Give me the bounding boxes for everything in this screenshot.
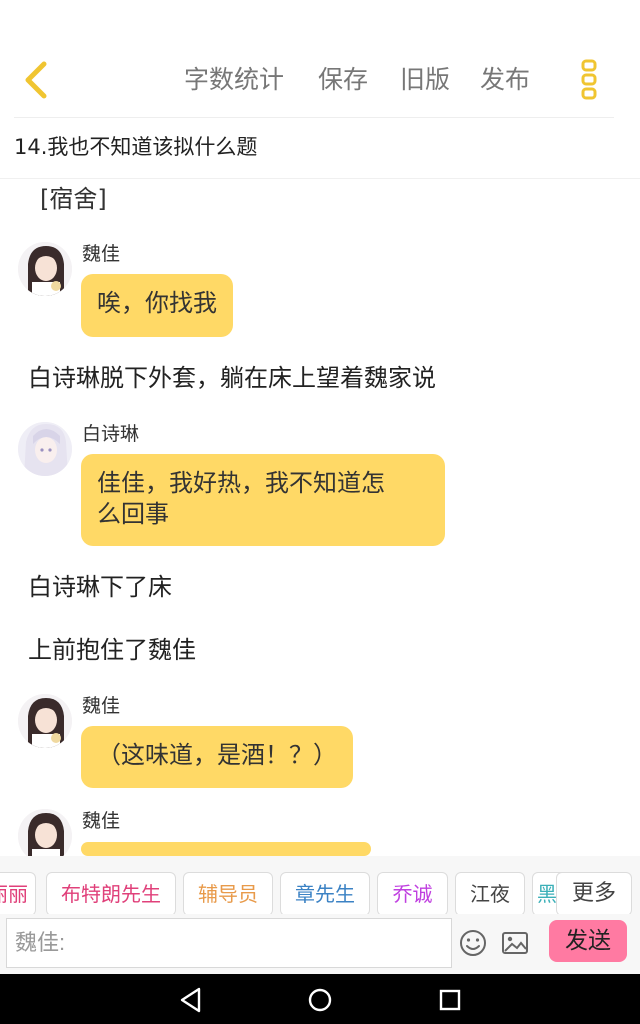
character-chip-bar[interactable]: 丽丽 布特朗先生 辅导员 章先生 乔诚 江夜 黑 更多 xyxy=(0,856,640,914)
publish-button[interactable]: 发布 xyxy=(480,62,530,98)
title-divider xyxy=(0,178,640,179)
toolbar-divider xyxy=(14,117,614,118)
speaker-name: 白诗琳 xyxy=(82,423,140,445)
narration-line[interactable]: 白诗琳脱下外套，躺在床上望着魏家说 xyxy=(28,361,436,395)
speaker-name: 魏佳 xyxy=(82,243,121,265)
avatar-weijia[interactable] xyxy=(18,694,72,748)
chip-label: 乔诚 xyxy=(392,882,433,906)
emoji-icon xyxy=(460,930,486,956)
character-avatar-icon xyxy=(18,809,72,863)
speaker-name: 魏佳 xyxy=(82,695,121,717)
old-version-button[interactable]: 旧版 xyxy=(400,62,450,98)
chip-label: 辅导员 xyxy=(198,882,258,906)
character-chip[interactable]: 布特朗先生 xyxy=(46,872,176,914)
message-bubble[interactable]: 佳佳，我好热，我不知道怎 么回事 xyxy=(81,454,445,546)
speaker-name: 魏佳 xyxy=(82,810,121,832)
chip-label: 黑 xyxy=(537,882,557,906)
chip-label: 章先生 xyxy=(295,882,355,906)
nav-home-button[interactable] xyxy=(306,986,334,1014)
chip-label: 布特朗先生 xyxy=(61,882,161,906)
message-bubble[interactable] xyxy=(81,842,371,856)
avatar-weijia[interactable] xyxy=(18,242,72,296)
chip-label: 丽丽 xyxy=(0,882,28,906)
more-menu-button[interactable] xyxy=(576,58,602,102)
scene-tag: [宿舍] xyxy=(40,185,107,213)
message-line: （这味道，是酒！？） xyxy=(97,741,337,769)
chapter-title[interactable]: 14.我也不知道该拟什么题 xyxy=(14,132,257,162)
message-bubble[interactable]: （这味道，是酒！？） xyxy=(81,726,353,788)
character-chip[interactable]: 江夜 xyxy=(455,872,525,914)
editor-toolbar: 字数统计 保存 旧版 发布 xyxy=(0,0,640,118)
narration-line[interactable]: 白诗琳下了床 xyxy=(28,570,172,604)
circle-home-icon xyxy=(308,988,332,1012)
send-button[interactable]: 发送 xyxy=(549,920,627,962)
triangle-back-icon xyxy=(180,987,201,1013)
image-button[interactable] xyxy=(500,928,530,958)
nav-recents-button[interactable] xyxy=(436,986,464,1014)
chip-label: 江夜 xyxy=(470,882,510,906)
character-chip[interactable]: 章先生 xyxy=(280,872,370,914)
more-vertical-icon xyxy=(581,59,597,100)
nav-back-button[interactable] xyxy=(177,986,205,1014)
message-input[interactable]: 魏佳: xyxy=(6,918,452,968)
character-chip[interactable]: 乔诚 xyxy=(377,872,448,914)
chevron-left-icon xyxy=(25,61,47,99)
character-avatar-icon xyxy=(18,422,72,476)
emoji-button[interactable] xyxy=(458,928,488,958)
image-icon xyxy=(502,932,528,954)
message-line: 么回事 xyxy=(97,500,169,528)
back-button[interactable] xyxy=(18,58,58,102)
save-button[interactable]: 保存 xyxy=(318,62,368,98)
system-nav-bar xyxy=(0,974,640,1024)
message-bubble[interactable]: 唉，你找我 xyxy=(81,274,233,337)
message-line: 佳佳，我好热，我不知道怎 xyxy=(97,469,385,497)
character-chip[interactable]: 辅导员 xyxy=(183,872,273,914)
character-avatar-icon xyxy=(18,694,72,748)
narration-line[interactable]: 上前抱住了魏佳 xyxy=(28,633,196,667)
more-characters-button[interactable]: 更多 xyxy=(556,872,632,914)
word-count-button[interactable]: 字数统计 xyxy=(184,62,284,98)
character-avatar-icon xyxy=(18,242,72,296)
avatar-baishilin[interactable] xyxy=(18,422,72,476)
avatar-weijia[interactable] xyxy=(18,809,72,863)
composer: 魏佳: 发送 xyxy=(0,914,640,974)
message-line: 唉，你找我 xyxy=(97,289,217,317)
square-recents-icon xyxy=(439,989,461,1011)
character-chip[interactable]: 丽丽 xyxy=(0,872,36,914)
